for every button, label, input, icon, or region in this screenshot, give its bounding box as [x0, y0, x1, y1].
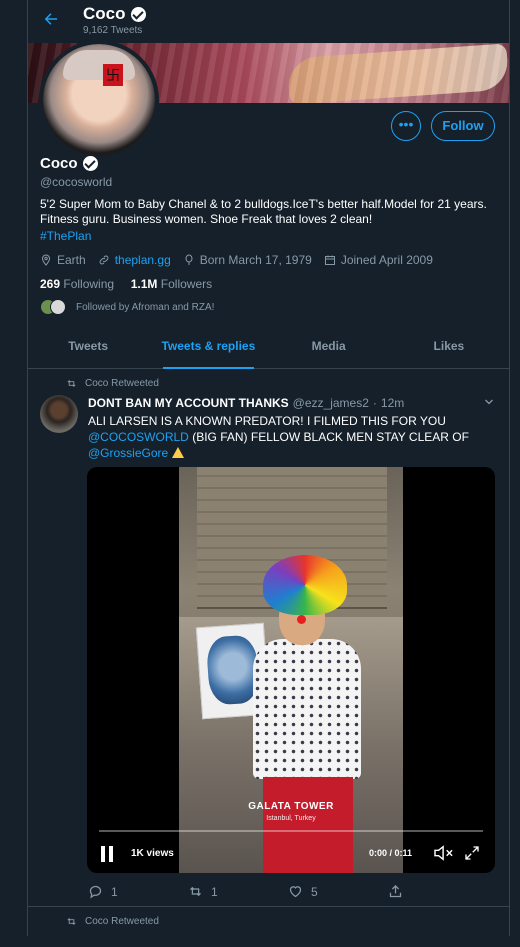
profile-website-link[interactable]: theplan.gg [115, 253, 171, 267]
tweet-mention-grossiegore[interactable]: @GrossieGore [88, 446, 168, 460]
tweet-header: DONT BAN MY ACCOUNT THANKS @ezz_james2 ·… [88, 396, 404, 410]
bio-hashtag-link[interactable]: #ThePlan [40, 229, 91, 243]
share-button[interactable] [388, 884, 488, 899]
video-clown-nose [297, 615, 306, 624]
more-options-button[interactable]: ••• [391, 111, 421, 141]
tweet-author-handle[interactable]: @ezz_james2 [293, 396, 369, 410]
profile-handle: @cocosworld [40, 175, 113, 189]
retweet-icon [67, 380, 76, 387]
back-arrow-icon[interactable] [42, 10, 64, 32]
heart-icon [289, 886, 302, 898]
tab-likes[interactable]: Likes [389, 325, 509, 368]
balloon-icon [185, 254, 193, 265]
avatar-hair [63, 50, 135, 80]
verified-badge-icon [130, 6, 146, 22]
tweet-author-name[interactable]: DONT BAN MY ACCOUNT THANKS [88, 396, 289, 410]
retweet-context: Coco Retweeted [66, 916, 159, 927]
profile-location: Earth [57, 253, 86, 267]
retweet-icon [67, 918, 76, 925]
tweet-author-avatar[interactable] [40, 395, 78, 433]
tweet-text-line2: (BIG FAN) FELLOW BLACK MEN STAY CLEAR OF [188, 430, 469, 444]
followers-link[interactable]: 1.1M Followers [131, 277, 212, 291]
profile-bio: 5'2 Super Mom to Baby Chanel & to 2 bull… [40, 197, 487, 226]
warning-emoji-icon [172, 447, 185, 458]
video-views: 1K views [131, 848, 174, 859]
followed-by[interactable]: Followed by Afroman and RZA! [40, 299, 214, 315]
profile-name-text: Coco [40, 155, 78, 172]
reply-icon [89, 885, 102, 899]
like-button[interactable]: 5 [288, 884, 388, 899]
location-icon [41, 254, 51, 266]
profile-tabs: Tweets Tweets & replies Media Likes [28, 325, 509, 369]
fullscreen-icon[interactable] [463, 844, 483, 862]
header-title: Coco [83, 4, 146, 24]
video-clown-wig [263, 555, 347, 615]
tab-tweets[interactable]: Tweets [28, 325, 148, 368]
tweet[interactable]: Coco Retweeted DONT BAN MY ACCOUNT THANK… [28, 369, 509, 907]
tweet-time[interactable]: 12m [381, 396, 404, 410]
tweet-count: 9,162 Tweets [83, 25, 143, 36]
profile-meta: Earth theplan.gg Born March 17, 1979 Joi… [40, 253, 433, 267]
tweet-text-line1: ALI LARSEN IS A KNOWN PREDATOR! I FILMED… [88, 414, 446, 428]
pause-icon[interactable] [101, 846, 113, 862]
tweet-text: ALI LARSEN IS A KNOWN PREDATOR! I FILMED… [88, 413, 488, 461]
tab-tweets-replies[interactable]: Tweets & replies [148, 325, 268, 369]
retweeted-by-text: Coco Retweeted [85, 916, 159, 927]
video-time: 0:00 / 0:11 [369, 848, 413, 858]
retweet-count: 1 [211, 884, 218, 899]
reply-button[interactable]: 1 [88, 884, 188, 899]
video-progress-bar[interactable] [99, 830, 483, 832]
mute-icon[interactable] [433, 844, 455, 862]
following-label: Following [63, 277, 115, 291]
following-link[interactable]: 269 Following [40, 277, 114, 291]
profile-column: Coco 9,162 Tweets ••• Follow Coco @cocos… [27, 0, 510, 936]
followed-by-text: Followed by Afroman and RZA! [76, 301, 215, 313]
profile-header: Coco 9,162 Tweets [28, 0, 509, 43]
retweeted-by-text: Coco Retweeted [85, 378, 159, 389]
video-frame [179, 467, 403, 873]
tab-media[interactable]: Media [269, 325, 389, 368]
verified-badge-icon [82, 156, 98, 171]
followers-count: 1.1M [130, 277, 158, 291]
profile-name: Coco [40, 155, 98, 172]
retweet-context: Coco Retweeted [66, 378, 159, 389]
link-icon [99, 255, 109, 265]
reply-count: 1 [111, 884, 118, 899]
following-count: 269 [40, 277, 61, 291]
chevron-down-icon[interactable] [483, 396, 495, 411]
header-name: Coco [83, 4, 126, 23]
avatar-armband [103, 64, 123, 86]
profile-joined: Joined April 2009 [340, 253, 433, 267]
followers-label: Followers [160, 277, 213, 291]
calendar-icon [324, 255, 335, 265]
profile-birthday: Born March 17, 1979 [199, 253, 312, 267]
tweet-actions: 1 1 5 [88, 884, 488, 899]
tweet-separator: · [372, 396, 377, 410]
share-icon [389, 884, 402, 898]
tweet-mention-cocosworld[interactable]: @COCOSWORLD [88, 430, 189, 444]
retweet-button[interactable]: 1 [188, 884, 288, 899]
follower-avatars [40, 299, 66, 315]
video-caption-title: GALATA TOWER [248, 801, 334, 812]
profile-stats: 269 Following 1.1M Followers [40, 277, 212, 291]
video-caption-subtitle: Istanbul, Turkey [266, 815, 316, 822]
profile-avatar[interactable] [39, 40, 159, 160]
video-person-pants [263, 777, 353, 873]
retweet-icon [190, 886, 201, 897]
like-count: 5 [311, 884, 318, 899]
tweet-video[interactable]: GALATA TOWER Istanbul, Turkey 1K views 0… [87, 467, 495, 873]
video-person-shirt [253, 639, 361, 779]
follow-button[interactable]: Follow [431, 111, 495, 141]
next-tweet[interactable]: Coco Retweeted [28, 907, 509, 947]
